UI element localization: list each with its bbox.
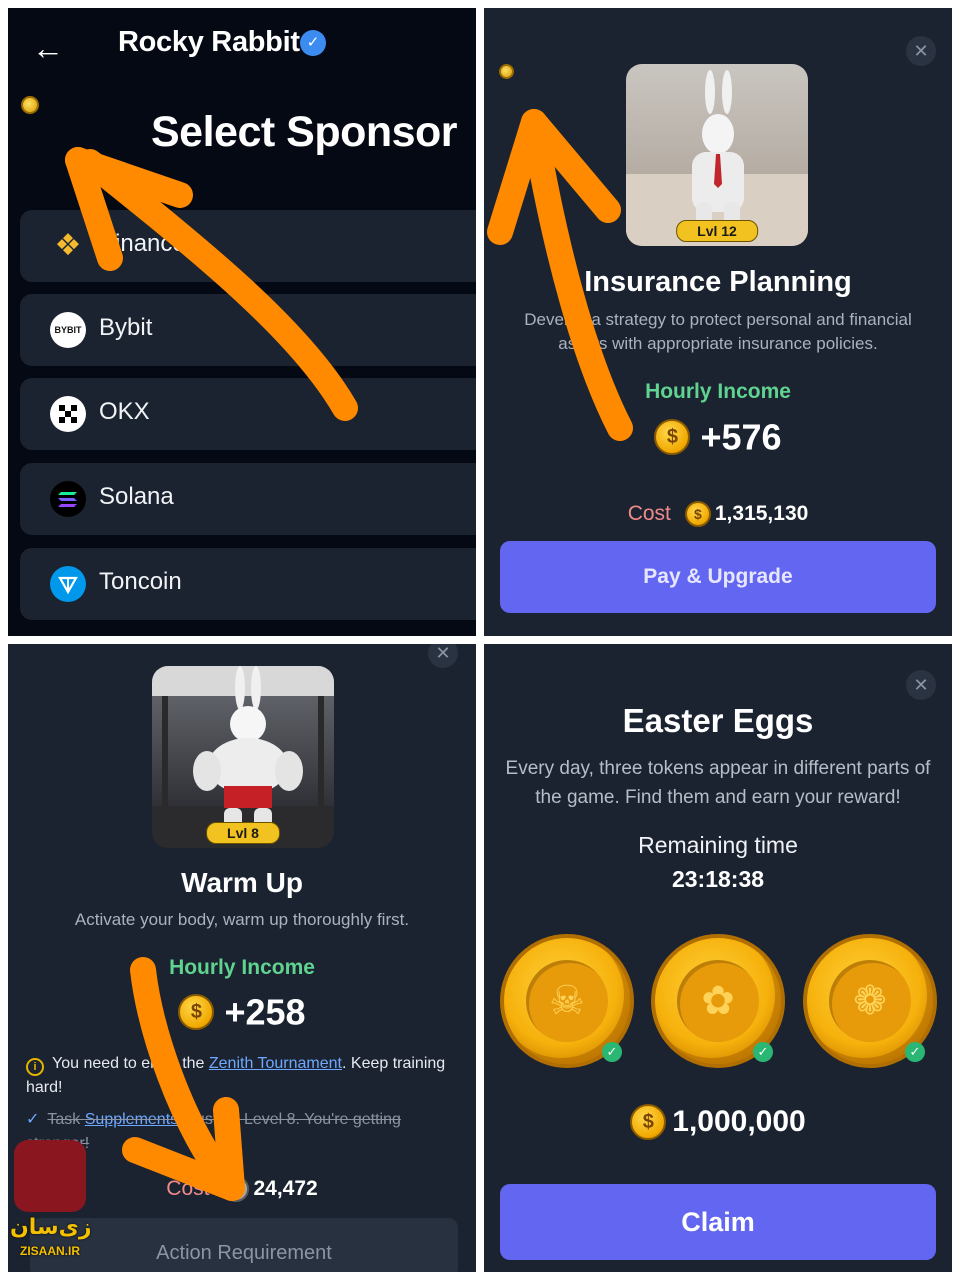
sponsor-item-toncoin[interactable]: Toncoin	[20, 548, 476, 620]
sponsor-label: OKX	[99, 398, 150, 425]
check-icon: ✓	[26, 1111, 40, 1128]
level-badge: Lvl 8	[206, 822, 280, 844]
cost-row: Cost $1,315,130	[484, 501, 952, 527]
select-sponsor-screen: ← Rocky Rabbit ✓ Select Sponsor ❖ Binanc…	[8, 8, 476, 636]
rabbit-in-suit-image: Lvl 12	[626, 64, 808, 246]
sponsor-item-binance[interactable]: ❖ Binance	[20, 210, 476, 282]
remaining-time-label: Remaining time	[638, 832, 798, 858]
bybit-logo-icon: BYBIT	[50, 312, 86, 348]
okx-logo-icon	[50, 396, 86, 432]
claim-button[interactable]: Claim	[500, 1184, 936, 1260]
card-title: Easter Eggs	[622, 702, 814, 739]
page-title: Select Sponsor	[151, 108, 458, 156]
hourly-income-label: Hourly Income	[645, 380, 791, 403]
card-title: Warm Up	[181, 867, 303, 898]
action-requirement-button[interactable]: Action Requirement	[30, 1218, 458, 1272]
sponsor-label: Toncoin	[99, 568, 182, 595]
coin-icon: $	[178, 994, 215, 1031]
sponsor-label: Solana	[99, 483, 174, 510]
easter-token-skull: ☠ ✓	[500, 934, 634, 1068]
insurance-planning-modal: ✕ Lvl 12 Insurance Planning Develop a st…	[484, 8, 952, 636]
check-icon: ✓	[753, 1042, 773, 1062]
check-icon: ✓	[905, 1042, 925, 1062]
easter-token-clover: ✿ ✓	[651, 934, 785, 1068]
verified-check-icon: ✓	[300, 30, 326, 56]
sponsor-item-okx[interactable]: OKX	[20, 378, 476, 450]
easter-token-paw: ❁ ✓	[803, 934, 937, 1068]
watermark-name-en: ZISAAN.IR	[20, 1244, 80, 1258]
hourly-income-label: Hourly Income	[169, 956, 315, 979]
arrow-left-icon[interactable]: ←	[32, 30, 68, 66]
watermark-name-fa: زی‌سان	[10, 1214, 92, 1239]
remaining-time-value: 23:18:38	[671, 866, 765, 892]
hourly-income-row: $ +576	[484, 414, 952, 458]
zenith-tournament-link[interactable]: Zenith Tournament	[209, 1055, 342, 1072]
pay-upgrade-button[interactable]: Pay & Upgrade	[500, 541, 936, 613]
easter-eggs-modal: ✕ Easter Eggs Every day, three tokens ap…	[484, 644, 952, 1272]
skull-icon: ☠	[526, 960, 608, 1042]
paw-icon: ❁	[829, 960, 911, 1042]
coin-icon: $	[630, 1104, 667, 1141]
cost-value: 1,315,130	[714, 502, 809, 525]
sponsor-item-bybit[interactable]: BYBIT Bybit	[20, 294, 476, 366]
card-title: Insurance Planning	[584, 266, 852, 298]
sponsor-item-solana[interactable]: Solana	[20, 463, 476, 535]
sponsor-label: Binance	[99, 230, 186, 257]
hourly-income-row: $ +258	[8, 989, 476, 1033]
toncoin-logo-icon	[50, 566, 86, 602]
close-icon[interactable]: ✕	[428, 644, 458, 668]
binance-logo-icon: ❖	[54, 229, 82, 262]
card-description: Every day, three tokens appear in differ…	[505, 758, 931, 808]
muscular-rabbit-gym-image: Lvl 8	[152, 666, 334, 848]
coin-icon	[21, 96, 39, 114]
sponsor-label: Bybit	[99, 314, 153, 341]
coin-icon	[499, 64, 514, 79]
locked-coin-icon	[223, 1176, 250, 1202]
close-icon[interactable]: ✕	[906, 670, 936, 700]
cost-label: Cost	[627, 502, 671, 525]
level-badge: Lvl 12	[676, 220, 758, 242]
app-title: Rocky Rabbit	[118, 26, 300, 58]
card-description: Activate your body, warm up thoroughly f…	[74, 910, 410, 929]
coin-icon: $	[654, 419, 691, 456]
reward-row: $1,000,000	[484, 1104, 952, 1141]
solana-logo-icon	[50, 481, 86, 517]
hourly-income-value: +576	[700, 416, 782, 458]
zisaan-watermark: زی‌سان ZISAAN.IR	[10, 1140, 92, 1270]
hourly-income-value: +258	[224, 991, 306, 1033]
coin-icon: $	[684, 501, 711, 527]
reward-value: 1,000,000	[672, 1105, 806, 1139]
close-icon[interactable]: ✕	[906, 36, 936, 66]
clover-icon: ✿	[677, 960, 759, 1042]
info-icon: i	[26, 1058, 44, 1076]
cost-label: Cost	[166, 1177, 210, 1200]
supplements-link[interactable]: Supplements	[85, 1111, 178, 1128]
zisaan-logo-icon	[14, 1140, 86, 1212]
card-description: Develop a strategy to protect personal a…	[524, 310, 912, 353]
tournament-notice: i You need to enter the Zenith Tournament…	[26, 1055, 446, 1096]
check-icon: ✓	[602, 1042, 622, 1062]
cost-value: 24,472	[253, 1177, 318, 1200]
